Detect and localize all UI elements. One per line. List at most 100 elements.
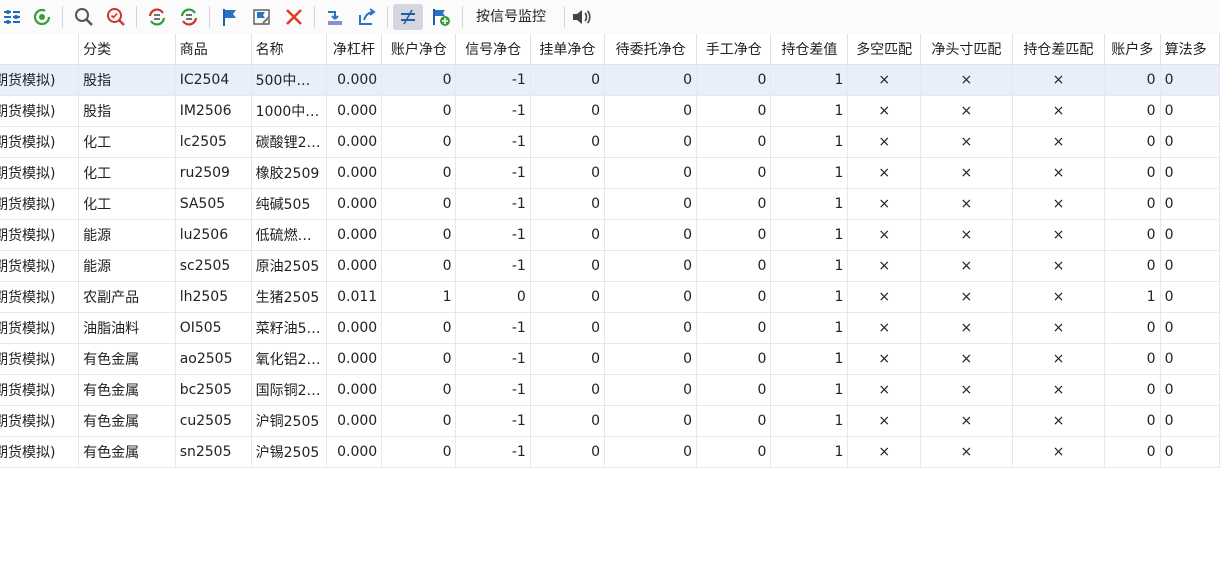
cell-to-order-net: 0	[604, 64, 698, 96]
col-algo-long-header[interactable]: 算法多	[1160, 34, 1220, 65]
cell-acct-net: 0	[381, 219, 457, 251]
cell-pending-net: 0	[530, 281, 606, 313]
table-row[interactable]: 期货模拟) 化工 ru2509 橡胶2509 0.000 0 -1 0 0 0 1 × × × 0 0	[0, 157, 1220, 189]
import-icon[interactable]	[323, 4, 347, 30]
cell-account: 期货模拟)	[0, 219, 80, 251]
table-row[interactable]: 期货模拟) 农副产品 lh2505 生猪2505 0.011 1 0 0 0 0 1 × × × 1 0	[0, 281, 1220, 313]
table-row[interactable]: 期货模拟) 化工 lc2505 碳酸锂2… 0.000 0 -1 0 0 0 1 × × × 0 0	[0, 126, 1220, 158]
cell-acct-net: 0	[381, 250, 457, 282]
cell-signal-net: -1	[455, 219, 531, 251]
cell-algo-long: 0	[1160, 405, 1220, 437]
table-row[interactable]: 期货模拟) 有色金属 ao2505 氧化铝2… 0.000 0 -1 0 0 0 1 × × × 0 0	[0, 343, 1220, 375]
cell-to-order-net: 0	[604, 281, 698, 313]
table-row[interactable]: 期货模拟) 能源 lu2506 低硫燃… 0.000 0 -1 0 0 0 1 × × × 0 0	[0, 219, 1220, 251]
cell-account: 期货模拟)	[0, 343, 80, 375]
cell-name: 沪铜2505	[251, 405, 327, 437]
cell-category: 化工	[78, 188, 176, 220]
cell-to-order-net: 0	[604, 405, 698, 437]
flag-edit-icon[interactable]	[250, 4, 274, 30]
cell-name: 菜籽油5…	[251, 312, 327, 344]
cell-diff: 1	[770, 312, 849, 344]
cell-acct-net: 0	[381, 126, 457, 158]
cell-account: 期货模拟)	[0, 312, 80, 344]
col-pending-net-header[interactable]: 挂单净仓	[530, 34, 606, 65]
cell-ls-match: ×	[847, 374, 921, 406]
export-icon[interactable]	[355, 4, 379, 30]
refresh-icon[interactable]	[30, 4, 54, 30]
sync-green-red-icon[interactable]	[177, 4, 201, 30]
cell-product: sn2505	[175, 436, 252, 468]
flag-add-icon[interactable]	[429, 4, 453, 30]
cell-signal-net: -1	[455, 64, 531, 96]
cell-name: 生猪2505	[251, 281, 327, 313]
cell-pending-net: 0	[530, 405, 606, 437]
flag-icon[interactable]	[218, 4, 242, 30]
col-long-short-match-header[interactable]: 多空匹配	[847, 34, 921, 65]
cell-acct-net: 0	[381, 188, 457, 220]
cell-manual-net: 0	[696, 374, 772, 406]
cell-to-order-net: 0	[604, 95, 698, 127]
cell-leverage: 0.011	[326, 281, 383, 313]
cell-pending-net: 0	[530, 126, 606, 158]
cell-acct-net: 0	[381, 374, 457, 406]
sound-icon[interactable]	[570, 4, 594, 30]
col-account-header[interactable]	[0, 34, 80, 65]
net-compare-icon[interactable]	[393, 4, 423, 30]
table-row[interactable]: 期货模拟) 油脂油料 OI505 菜籽油5… 0.000 0 -1 0 0 0 1 × × × 0 0	[0, 312, 1220, 344]
sync-red-green-icon[interactable]	[145, 4, 169, 30]
col-signal-net-header[interactable]: 信号净仓	[455, 34, 531, 65]
cell-acct-net: 0	[381, 64, 457, 96]
search-clear-icon[interactable]	[104, 4, 128, 30]
cell-ls-match: ×	[847, 64, 921, 96]
layout-icon[interactable]	[0, 4, 24, 30]
cell-pending-net: 0	[530, 374, 606, 406]
col-name-header[interactable]: 名称	[251, 34, 327, 65]
cell-leverage: 0.000	[326, 157, 383, 189]
cell-diff-match: ×	[1012, 312, 1105, 344]
table-row[interactable]: 期货模拟) 股指 IC2504 500中… 0.000 0 -1 0 0 0 1 × × × 0 0	[0, 64, 1220, 96]
cell-ls-match: ×	[847, 95, 921, 127]
cell-manual-net: 0	[696, 250, 772, 282]
col-account-long-header[interactable]: 账户多	[1104, 34, 1161, 65]
close-icon[interactable]	[282, 4, 306, 30]
col-net-position-match-header[interactable]: 净头寸匹配	[920, 34, 1013, 65]
cell-category: 化工	[78, 126, 176, 158]
cell-product: cu2505	[175, 405, 252, 437]
cell-product: lu2506	[175, 219, 252, 251]
cell-algo-long: 0	[1160, 95, 1220, 127]
col-manual-net-header[interactable]: 手工净仓	[696, 34, 772, 65]
col-position-diff-header[interactable]: 持仓差值	[770, 34, 849, 65]
col-product-header[interactable]: 商品	[175, 34, 252, 65]
col-category-header[interactable]: 分类	[78, 34, 176, 65]
table-row[interactable]: 期货模拟) 股指 IM2506 1000中… 0.000 0 -1 0 0 0 1 × × × 0 0	[0, 95, 1220, 127]
col-account-net-header[interactable]: 账户净仓	[381, 34, 457, 65]
cell-acct-net: 0	[381, 343, 457, 375]
cell-acct-long: 0	[1104, 157, 1161, 189]
cell-category: 有色金属	[78, 436, 176, 468]
cell-ls-match: ×	[847, 405, 921, 437]
cell-category: 能源	[78, 219, 176, 251]
cell-category: 有色金属	[78, 374, 176, 406]
cell-signal-net: -1	[455, 312, 531, 344]
cell-account: 期货模拟)	[0, 64, 80, 96]
cell-ls-match: ×	[847, 436, 921, 468]
col-diff-match-header[interactable]: 持仓差匹配	[1012, 34, 1105, 65]
col-to-order-net-header[interactable]: 待委托净仓	[604, 34, 698, 65]
cell-to-order-net: 0	[604, 157, 698, 189]
table-row[interactable]: 期货模拟) 有色金属 bc2505 国际铜2… 0.000 0 -1 0 0 0 1 × × × 0 0	[0, 374, 1220, 406]
cell-ls-match: ×	[847, 219, 921, 251]
toolbar-separator	[62, 6, 63, 28]
cell-acct-long: 0	[1104, 312, 1161, 344]
cell-manual-net: 0	[696, 188, 772, 220]
col-net-leverage-header[interactable]: 净杠杆	[326, 34, 383, 65]
table-row[interactable]: 期货模拟) 化工 SA505 纯碱505 0.000 0 -1 0 0 0 1 × × × 0 0	[0, 188, 1220, 220]
search-icon[interactable]	[72, 4, 96, 30]
table-row[interactable]: 期货模拟) 有色金属 cu2505 沪铜2505 0.000 0 -1 0 0 0 1 × × × 0 0	[0, 405, 1220, 437]
cell-acct-net: 1	[381, 281, 457, 313]
cell-ls-match: ×	[847, 188, 921, 220]
table-row[interactable]: 期货模拟) 能源 sc2505 原油2505 0.000 0 -1 0 0 0 1 × × × 0 0	[0, 250, 1220, 282]
table-row[interactable]: 期货模拟) 有色金属 sn2505 沪锡2505 0.000 0 -1 0 0 0 1 × × × 0 0	[0, 436, 1220, 468]
cell-acct-long: 0	[1104, 95, 1161, 127]
cell-signal-net: -1	[455, 405, 531, 437]
monitor-by-signal-button[interactable]: 按信号监控	[476, 0, 546, 34]
